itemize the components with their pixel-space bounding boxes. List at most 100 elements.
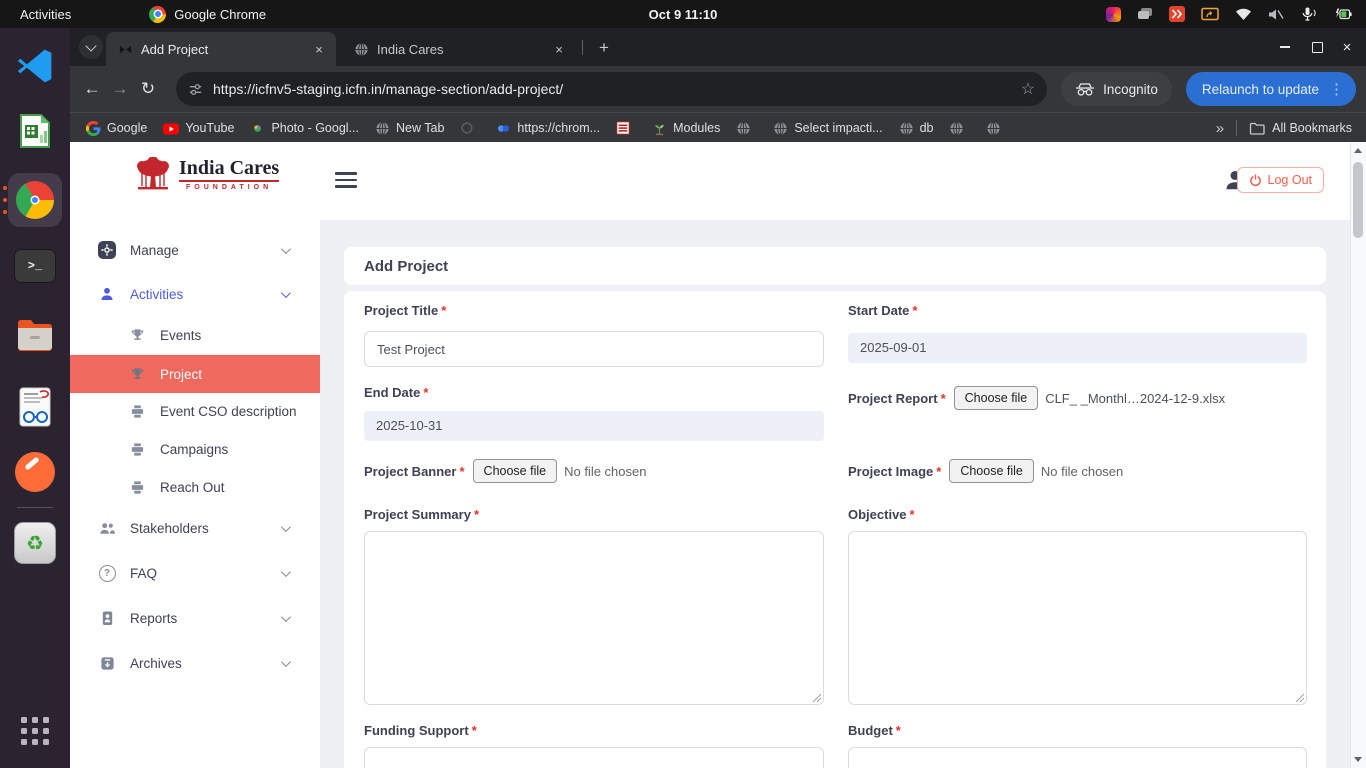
bookmark-item[interactable] [949, 121, 970, 136]
sidebar-item-event-cso-description[interactable]: Event CSO description [70, 392, 320, 430]
back-button[interactable]: ← [78, 79, 106, 99]
tab-search-button[interactable] [79, 35, 103, 59]
bookmark-star-icon[interactable]: ☆ [1021, 79, 1035, 99]
window-minimize-button[interactable] [1276, 38, 1294, 56]
sidebar-toggle-button[interactable] [335, 172, 357, 188]
window-maximize-button[interactable] [1308, 38, 1326, 56]
sidebar-item-reach-out[interactable]: Reach Out [70, 468, 320, 506]
scroll-down-arrow-icon[interactable] [1354, 757, 1362, 762]
chrome-sync-icon [496, 121, 511, 136]
postman-icon [15, 452, 55, 492]
close-tab-icon[interactable]: × [310, 40, 328, 58]
focused-app-indicator[interactable]: Google Chrome [149, 6, 266, 23]
choose-file-button[interactable]: Choose file [954, 386, 1039, 410]
new-tab-button[interactable]: + [592, 36, 616, 60]
people-icon [98, 521, 116, 536]
chevron-down-icon [281, 567, 291, 577]
choose-file-button[interactable]: Choose file [949, 459, 1034, 483]
tab-india-cares[interactable]: India Cares × [342, 32, 576, 66]
sidebar-item-label: FAQ [130, 566, 157, 581]
activities-button[interactable]: Activities [20, 7, 71, 22]
sidebar-item-events[interactable]: Events [70, 316, 320, 354]
plant-icon [652, 121, 667, 136]
sidebar-item-campaigns[interactable]: Campaigns [70, 430, 320, 468]
address-bar[interactable]: https://icfnv5-staging.icfn.in/manage-se… [176, 72, 1047, 106]
sidebar-item-manage[interactable]: Manage [70, 231, 320, 269]
dock-item-app-grid[interactable] [12, 708, 58, 754]
budget-input[interactable] [848, 747, 1307, 768]
dock-item-document-viewer[interactable] [12, 384, 58, 430]
scroll-up-arrow-icon[interactable] [1354, 148, 1362, 153]
brand-logo[interactable]: India Cares FOUNDATION [134, 157, 279, 193]
bookmark-item[interactable]: db [899, 121, 934, 136]
objective-textarea[interactable] [848, 531, 1307, 705]
site-header: India Cares FOUNDATION Log Out [70, 142, 1351, 220]
no-file-chosen-text: No file chosen [1041, 464, 1123, 479]
printer-icon [128, 404, 146, 419]
sidebar-item-label: Project [160, 367, 202, 382]
clock[interactable]: Oct 9 11:10 [649, 7, 718, 22]
bookmark-item[interactable] [460, 121, 480, 135]
printer-icon [128, 442, 146, 457]
all-bookmarks-button[interactable]: All Bookmarks [1249, 121, 1352, 135]
logout-button[interactable]: Log Out [1237, 167, 1324, 193]
required-marker: * [941, 391, 946, 406]
bookmark-item[interactable] [986, 121, 1007, 136]
bookmark-item[interactable]: https://chrom... [496, 121, 600, 136]
dock-item-vscode[interactable] [12, 43, 58, 89]
tab-add-project[interactable]: Add Project × [106, 32, 336, 66]
files-icon [16, 319, 54, 351]
site-settings-icon[interactable] [188, 82, 203, 97]
close-tab-icon[interactable]: × [550, 40, 568, 58]
project-report-field: Project Report* Choose file CLF_ _Monthl… [848, 385, 1225, 411]
url-text[interactable]: https://icfnv5-staging.icfn.in/manage-se… [213, 81, 563, 97]
dock-item-libreoffice-calc[interactable] [12, 108, 58, 154]
bajaj-icon [616, 121, 630, 135]
bookmarks-overflow-button[interactable]: » [1216, 120, 1224, 137]
bookmark-item[interactable]: Modules [652, 121, 720, 136]
resize-handle-icon[interactable] [812, 693, 822, 703]
dock-item-terminal[interactable]: >_ [12, 243, 58, 289]
funding-support-input[interactable] [364, 747, 824, 768]
project-title-input[interactable] [364, 331, 824, 367]
resize-handle-icon[interactable] [1295, 693, 1305, 703]
dock-item-trash[interactable]: ♻ [12, 520, 58, 566]
bookmark-item[interactable]: Google [86, 121, 147, 136]
color-profile-icon [1106, 7, 1121, 22]
sidebar-item-project[interactable]: Project [70, 355, 320, 393]
page-title: Add Project [364, 258, 448, 275]
sidebar-item-stakeholders[interactable]: Stakeholders [70, 509, 320, 547]
browser-menu-icon[interactable]: ⋮ [1329, 80, 1344, 98]
no-file-chosen-text: No file chosen [564, 464, 646, 479]
scrollbar-thumb[interactable] [1353, 162, 1363, 238]
tab-divider [582, 40, 583, 55]
bookmark-item[interactable] [616, 121, 636, 135]
trash-icon: ♻ [14, 522, 56, 564]
reload-button[interactable]: ↻ [134, 79, 162, 99]
page-scrollbar[interactable] [1350, 142, 1366, 768]
project-report-label: Project Report* [848, 391, 946, 406]
project-summary-textarea[interactable] [364, 531, 824, 705]
forward-button[interactable]: → [106, 79, 134, 99]
bookmark-item[interactable]: Select impacti... [773, 121, 882, 136]
dock-item-files[interactable] [12, 312, 58, 358]
relaunch-to-update-button[interactable]: Relaunch to update ⋮ [1186, 72, 1356, 106]
system-tray[interactable] [1106, 0, 1352, 28]
sidebar-item-activities[interactable]: Activities [70, 275, 320, 313]
bookmark-item[interactable]: YouTube [163, 121, 234, 136]
sidebar-item-reports[interactable]: Reports [70, 599, 320, 637]
start-date-input[interactable]: 2025-09-01 [848, 333, 1307, 363]
window-close-button[interactable]: × [1338, 38, 1356, 56]
archive-icon [98, 656, 116, 671]
bookmark-item[interactable]: Photo - Googl... [250, 121, 359, 136]
choose-file-button[interactable]: Choose file [473, 459, 558, 483]
chevron-down-icon [281, 612, 291, 622]
globe-icon [375, 121, 390, 136]
sidebar-item-faq[interactable]: ? FAQ [70, 554, 320, 592]
sidebar-item-archives[interactable]: Archives [70, 644, 320, 682]
dock-item-chrome[interactable] [12, 177, 58, 223]
bookmark-item[interactable] [736, 121, 757, 136]
bookmark-item[interactable]: New Tab [375, 121, 444, 136]
dock-item-postman[interactable] [12, 449, 58, 495]
end-date-input[interactable]: 2025-10-31 [364, 411, 824, 441]
